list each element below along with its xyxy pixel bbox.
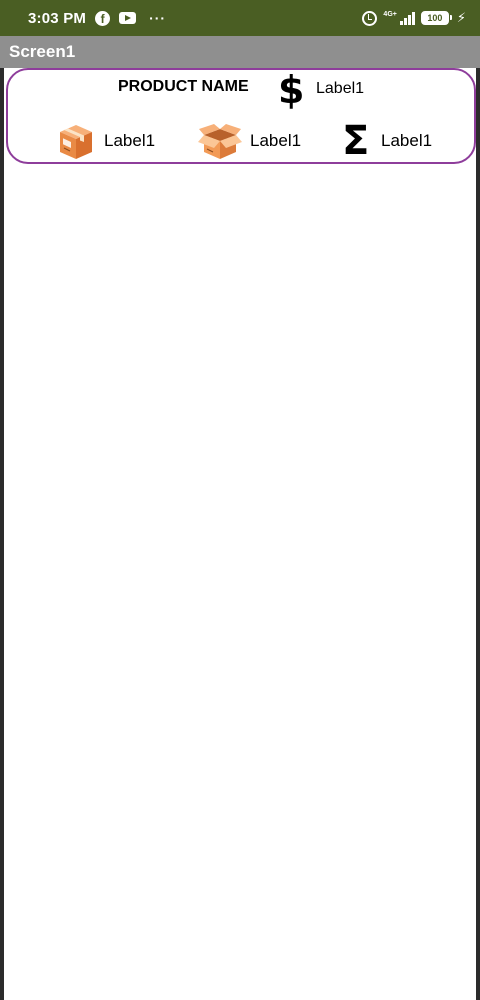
- total-label: Label1: [381, 131, 433, 150]
- more-notifications-icon: ···: [149, 10, 167, 26]
- youtube-icon: [119, 12, 137, 24]
- screen-content: PRODUCT NAME $ Label1 Label1 Label1 Σ La…: [0, 68, 480, 1000]
- title-bar: Screen1: [0, 36, 480, 68]
- open-stock-label: Label1: [250, 131, 302, 150]
- stock-item: Label1: [56, 120, 155, 162]
- battery-level: 100: [427, 13, 443, 23]
- status-right: 4G+ 100 ⚡: [362, 10, 466, 26]
- product-card: PRODUCT NAME $ Label1 Label1 Label1 Σ La…: [6, 68, 476, 164]
- status-left: 3:03 PM f ···: [28, 10, 166, 27]
- dollar-icon: $: [278, 68, 305, 112]
- price-label: Label1: [316, 80, 365, 97]
- screen-title: Screen1: [9, 42, 76, 61]
- signal-icon: 4G+: [383, 11, 415, 25]
- sigma-icon: Σ: [342, 118, 370, 164]
- product-name-label: PRODUCT NAME: [118, 78, 249, 95]
- open-box-icon: [198, 124, 242, 159]
- total-item: Σ Label1: [342, 120, 432, 162]
- network-type: 4G+: [383, 11, 397, 18]
- phone-screen: 3:03 PM f ··· 4G+ 100 ⚡ Screen1 PRODUCT …: [0, 0, 480, 1000]
- battery-icon: 100: [420, 11, 452, 25]
- status-time: 3:03 PM: [28, 9, 87, 27]
- stock-label: Label1: [104, 131, 156, 150]
- charging-bolt-icon: ⚡: [456, 10, 466, 25]
- open-stock-item: Label1: [198, 120, 301, 162]
- closed-box-icon: [60, 125, 92, 159]
- alarm-icon: [362, 10, 378, 26]
- facebook-icon: f: [95, 10, 111, 26]
- status-bar: 3:03 PM f ··· 4G+ 100 ⚡: [0, 0, 480, 36]
